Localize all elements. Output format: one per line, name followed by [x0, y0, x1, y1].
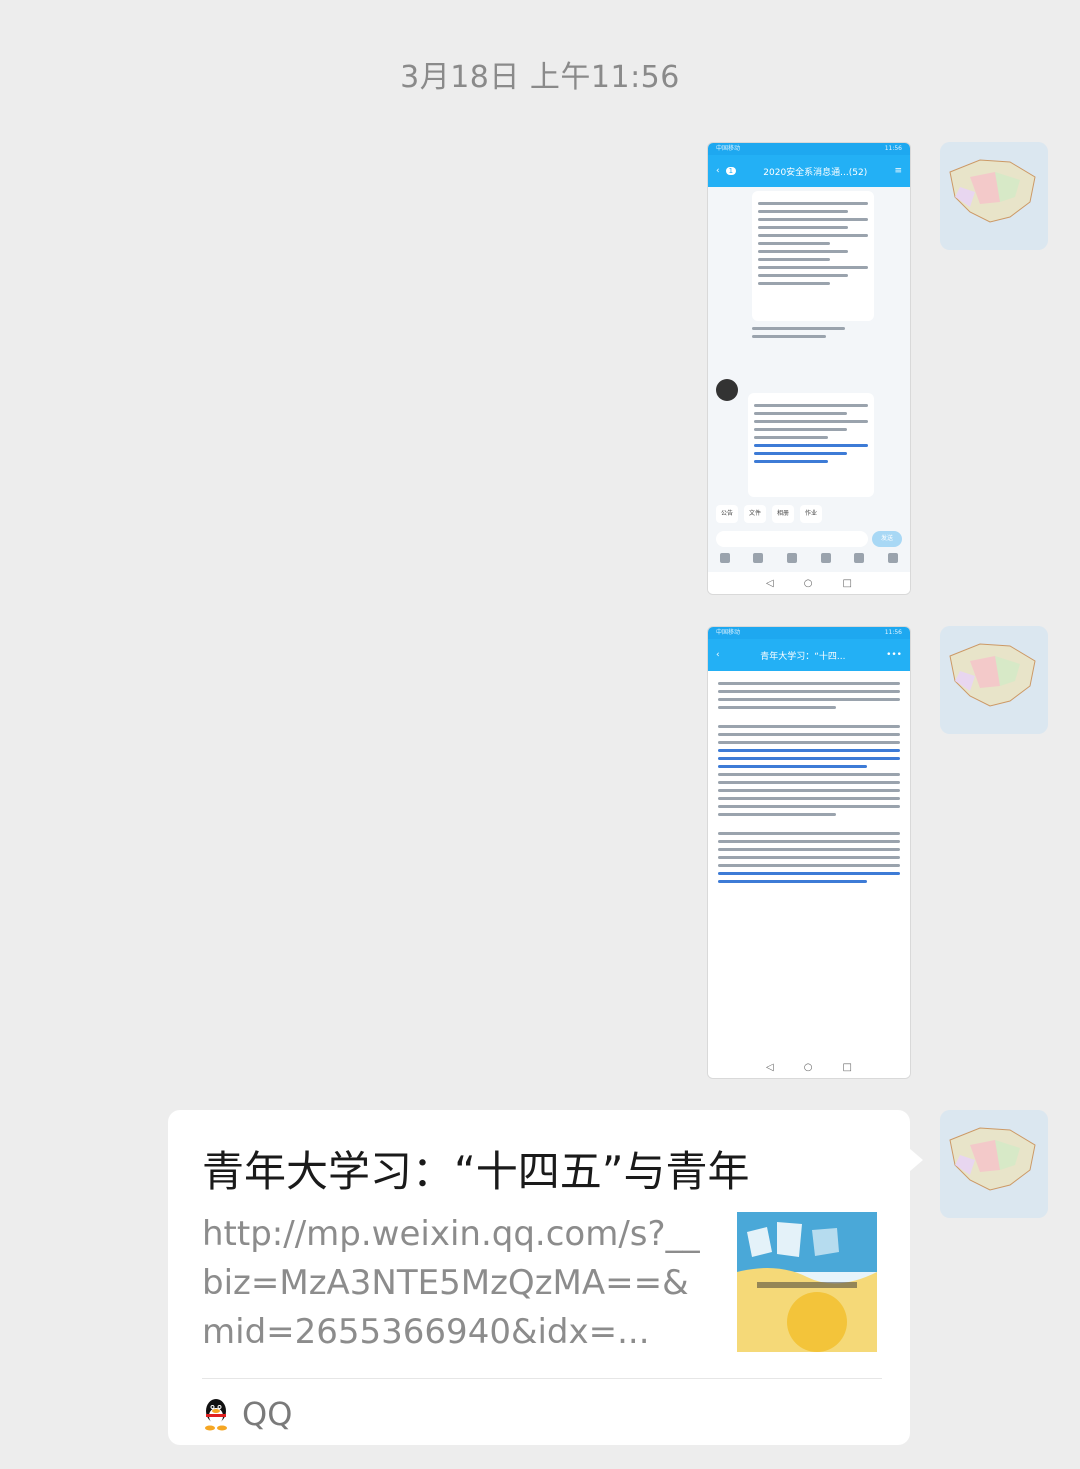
status-bar: 中国移动 11:56	[708, 143, 910, 155]
nav-bar: ◁ ○ □	[708, 1056, 910, 1078]
map-avatar-icon	[940, 1110, 1048, 1218]
chip: 文件	[744, 505, 767, 523]
status-bar: 中国移动 11:56	[708, 627, 910, 639]
avatar[interactable]	[940, 142, 1048, 250]
timestamp: 3月18日 上午11:56	[400, 60, 680, 95]
status-time: 11:56	[884, 145, 902, 152]
back-nav-icon: ◁	[766, 1061, 774, 1073]
chip: 作业	[800, 505, 823, 523]
toolbar-icons	[708, 553, 910, 567]
chat-input	[716, 531, 868, 547]
avatar[interactable]	[940, 1110, 1048, 1218]
article-title: 青年大学习：“十四...	[760, 651, 846, 662]
back-icon: ‹	[716, 650, 720, 660]
chat-bubble	[748, 393, 874, 497]
more-icon: •••	[886, 650, 902, 660]
status-carrier: 中国移动	[716, 629, 741, 636]
send-button: 发送	[872, 531, 902, 547]
link-card-title: 青年大学习：“十四五”与青年	[202, 1147, 750, 1196]
map-avatar-icon	[940, 626, 1048, 734]
chat-title-bar: ‹ 1 2020安全系消息通...(52) ≡	[708, 155, 910, 187]
emoji-icon	[854, 553, 865, 563]
back-nav-icon: ◁	[766, 577, 774, 589]
recent-nav-icon: □	[842, 1061, 852, 1073]
home-nav-icon: ○	[803, 1061, 813, 1073]
map-avatar-icon	[940, 142, 1048, 250]
divider	[202, 1378, 882, 1379]
status-carrier: 中国移动	[716, 145, 741, 152]
quick-actions: 公告 文件 相册 作业	[708, 505, 910, 523]
image-icon	[753, 553, 764, 563]
home-nav-icon: ○	[803, 577, 813, 589]
avatar[interactable]	[940, 626, 1048, 734]
mic-icon	[719, 553, 730, 563]
chat-bubble	[752, 191, 874, 321]
article-body	[708, 671, 910, 1056]
avatar	[716, 379, 738, 401]
plus-icon	[888, 553, 899, 563]
status-time: 11:56	[884, 629, 902, 636]
youth-study-thumbnail-icon	[737, 1212, 877, 1352]
chip: 公告	[716, 505, 739, 523]
back-icon: ‹	[716, 166, 720, 176]
link-card[interactable]: 青年大学习：“十四五”与青年 http://mp.weixin.qq.com/s…	[168, 1110, 923, 1445]
menu-icon: ≡	[894, 166, 902, 176]
chat-text	[752, 327, 866, 338]
chip: 相册	[772, 505, 795, 523]
screenshot-message-group-chat[interactable]: 中国移动 11:56 ‹ 1 2020安全系消息通...(52) ≡ 公告 文件…	[707, 142, 911, 595]
recent-nav-icon: □	[842, 577, 852, 589]
unread-badge: 1	[725, 167, 737, 175]
qq-penguin-icon	[205, 1399, 227, 1431]
link-card-source-label: QQ	[242, 1395, 293, 1433]
screenshot-message-article[interactable]: 中国移动 11:56 ‹ 青年大学习：“十四... ••• ◁ ○ □	[707, 626, 911, 1079]
link-card-thumbnail	[737, 1212, 877, 1352]
gift-icon	[820, 553, 831, 563]
chat-title: 2020安全系消息通...(52)	[763, 167, 868, 178]
camera-icon	[787, 553, 798, 563]
nav-bar: ◁ ○ □	[708, 572, 910, 594]
link-card-url: http://mp.weixin.qq.com/s?__biz=MzA3NTE5…	[202, 1214, 700, 1352]
article-title-bar: ‹ 青年大学习：“十四... •••	[708, 639, 910, 671]
link-card-source: QQ	[202, 1394, 292, 1434]
